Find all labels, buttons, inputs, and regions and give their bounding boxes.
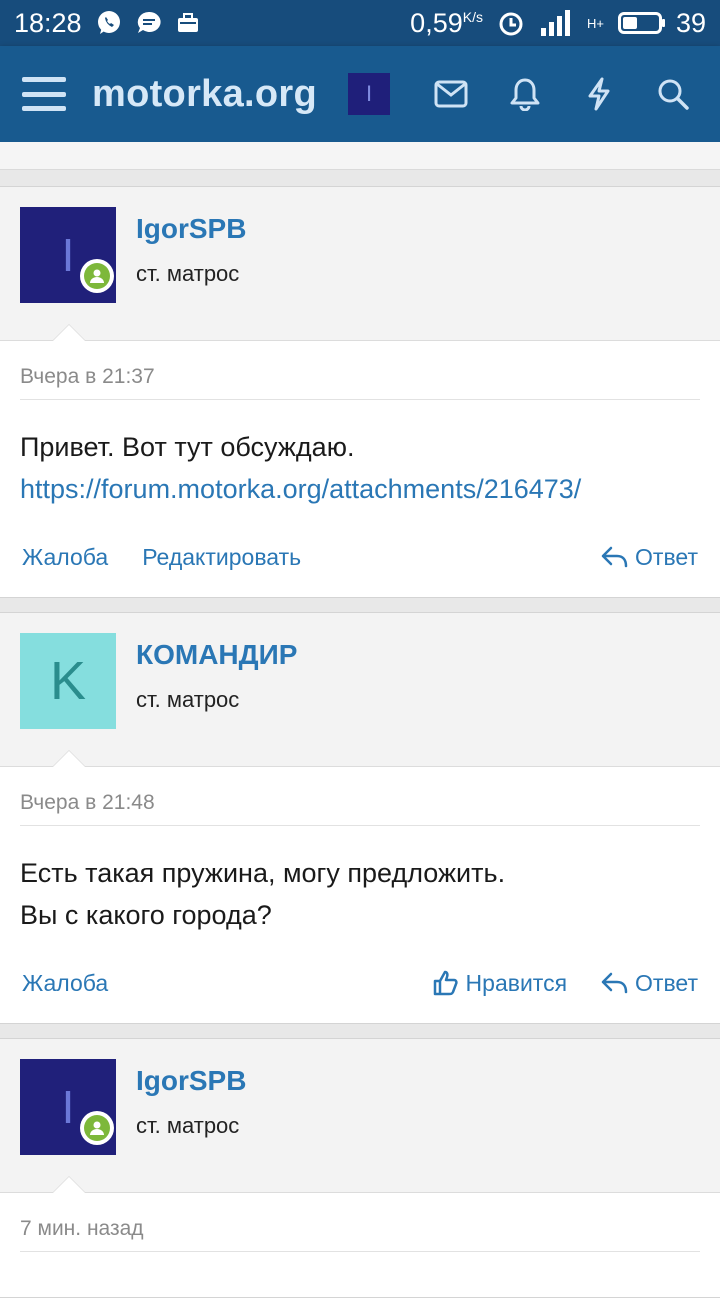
status-time: 18:28 xyxy=(14,7,82,38)
post-author-block: I IgorSPB ст. матрос xyxy=(0,1039,720,1193)
content-top-spacer xyxy=(0,142,720,170)
post-actions: Жалоба Редактировать Ответ xyxy=(0,510,720,604)
menu-icon[interactable] xyxy=(22,77,66,111)
like-label: Нравится xyxy=(465,969,568,996)
online-status-icon xyxy=(80,1111,114,1145)
online-status-icon xyxy=(80,259,114,293)
author-username[interactable]: КОМАНДИР xyxy=(136,639,297,671)
network-type: H+ xyxy=(586,15,604,31)
search-icon[interactable] xyxy=(654,75,692,113)
post-author-block: I IgorSPB ст. матрос xyxy=(0,187,720,341)
author-username[interactable]: IgorSPB xyxy=(136,213,246,245)
report-button[interactable]: Жалоба xyxy=(22,544,108,571)
post-text: Привет. Вот тут обсуждаю. xyxy=(20,432,355,462)
reply-label: Ответ xyxy=(635,543,698,570)
like-button[interactable]: Нравится xyxy=(432,969,568,997)
author-username[interactable]: IgorSPB xyxy=(136,1065,246,1097)
user-avatar-button[interactable]: I xyxy=(348,73,390,115)
chat-bubble-icon xyxy=(136,10,162,36)
briefcase-icon xyxy=(176,11,200,35)
post-link[interactable]: https://forum.motorka.org/attachments/21… xyxy=(20,474,581,504)
site-logo[interactable]: motorka.org xyxy=(92,73,317,116)
post: K КОМАНДИР ст. матрос Вчера в 21:48 Есть… xyxy=(0,612,720,1024)
speech-arrow xyxy=(52,1176,86,1193)
post: I IgorSPB ст. матрос 7 мин. назад xyxy=(0,1038,720,1298)
post: I IgorSPB ст. матрос Вчера в 21:37 Приве… xyxy=(0,186,720,598)
app-header: motorka.org I xyxy=(0,46,720,142)
post-text: Есть такая пружина, могу предложить. xyxy=(20,858,506,888)
post-text: Вы с какого города? xyxy=(20,900,272,930)
reply-label: Ответ xyxy=(635,969,698,996)
envelope-icon[interactable] xyxy=(432,75,470,113)
post-content: Есть такая пружина, могу предложить. Вы … xyxy=(0,826,720,936)
whatsapp-icon xyxy=(96,10,122,36)
author-title: ст. матрос xyxy=(136,687,240,712)
post-content: Привет. Вот тут обсуждаю. https://forum.… xyxy=(0,400,720,510)
post-date[interactable]: Вчера в 21:37 xyxy=(20,341,700,400)
bell-icon[interactable] xyxy=(506,75,544,113)
reply-arrow-icon xyxy=(601,546,628,568)
signal-icon xyxy=(539,10,573,36)
post-date[interactable]: 7 мин. назад xyxy=(20,1193,700,1252)
edit-button[interactable]: Редактировать xyxy=(142,544,301,571)
lightning-icon[interactable] xyxy=(580,75,618,113)
alarm-clock-icon xyxy=(497,9,525,37)
thumbs-up-icon xyxy=(433,970,458,996)
author-title: ст. матрос xyxy=(136,261,240,286)
status-bar: 18:28 0,59K/s H+ 39 xyxy=(0,0,720,46)
reply-arrow-icon xyxy=(601,972,628,994)
battery-level: 39 xyxy=(675,7,706,38)
speech-arrow xyxy=(52,750,86,767)
reply-button[interactable]: Ответ xyxy=(601,544,698,571)
post-date[interactable]: Вчера в 21:48 xyxy=(20,767,700,826)
reply-button[interactable]: Ответ xyxy=(601,970,698,997)
post-author-block: K КОМАНДИР ст. матрос xyxy=(0,613,720,767)
network-speed: 0,59K/s xyxy=(410,7,483,38)
speech-arrow xyxy=(52,324,86,341)
avatar[interactable]: K xyxy=(20,633,116,729)
report-button[interactable]: Жалоба xyxy=(22,970,108,997)
post-actions: Жалоба Нравится Ответ xyxy=(0,936,720,1030)
author-title: ст. матрос xyxy=(136,1113,240,1138)
battery-icon xyxy=(617,12,665,34)
